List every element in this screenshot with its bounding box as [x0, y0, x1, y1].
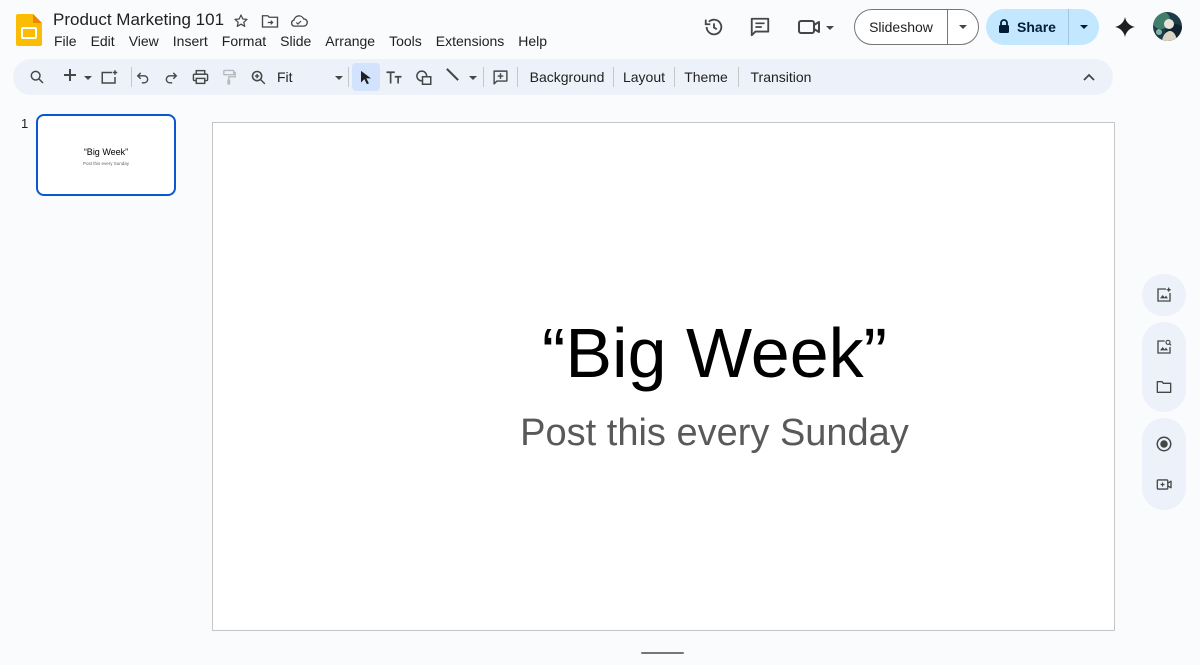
share-dropdown-icon[interactable]: [1069, 9, 1099, 45]
slide-thumbnail[interactable]: “Big Week” Post this every Sunday: [36, 114, 176, 196]
import-slide-icon[interactable]: [97, 59, 121, 95]
toolbar-divider: [738, 67, 739, 87]
side-panel-group: [1142, 322, 1186, 412]
menu-file[interactable]: File: [47, 32, 84, 50]
toolbar-divider: [613, 67, 614, 87]
folder-icon[interactable]: [1142, 367, 1186, 407]
zoom-icon[interactable]: [247, 59, 269, 95]
move-to-folder-icon[interactable]: [260, 11, 279, 30]
background-button[interactable]: Background: [525, 59, 609, 95]
add-comment-icon[interactable]: [489, 59, 511, 95]
record-icon[interactable]: [1142, 424, 1186, 464]
chevron-down-icon[interactable]: [469, 68, 477, 86]
share-button[interactable]: Share: [986, 9, 1099, 45]
document-title[interactable]: Product Marketing 101: [53, 10, 224, 30]
zoom-value: Fit: [277, 69, 293, 85]
meet-camera-icon[interactable]: [796, 15, 836, 39]
chevron-down-icon: [335, 68, 343, 86]
print-icon[interactable]: [189, 59, 211, 95]
slide-canvas[interactable]: “Big Week” Post this every Sunday: [212, 122, 1115, 631]
lock-icon: [998, 18, 1010, 36]
menu-tools[interactable]: Tools: [382, 32, 429, 50]
thumbnail-title: “Big Week”: [83, 147, 129, 157]
cloud-saved-icon[interactable]: [289, 11, 308, 30]
zoom-select[interactable]: Fit: [277, 59, 343, 95]
toolbar-divider: [348, 67, 349, 87]
star-icon[interactable]: [231, 11, 250, 30]
slide-title[interactable]: “Big Week”: [213, 313, 1116, 393]
theme-button[interactable]: Theme: [680, 59, 732, 95]
toolbar-divider: [674, 67, 675, 87]
toolbar-divider: [131, 67, 132, 87]
side-panel-group: [1142, 274, 1186, 316]
toolbar-divider: [483, 67, 484, 87]
menu-view[interactable]: View: [122, 32, 166, 50]
menu-insert[interactable]: Insert: [166, 32, 215, 50]
search-menus-icon[interactable]: [25, 59, 49, 95]
text-box-icon[interactable]: [383, 59, 405, 95]
select-cursor-icon[interactable]: [352, 63, 380, 91]
thumbnail-subtitle: Post this every Sunday: [82, 161, 130, 166]
layout-button[interactable]: Layout: [619, 59, 669, 95]
line-icon: [445, 67, 460, 87]
paint-format-icon[interactable]: [218, 59, 240, 95]
add-image-icon[interactable]: [1142, 274, 1186, 316]
toolbar-divider: [517, 67, 518, 87]
avatar[interactable]: [1153, 12, 1182, 41]
shape-icon[interactable]: [413, 59, 435, 95]
plus-icon: [63, 68, 77, 87]
slideshow-dropdown-icon[interactable]: [948, 10, 978, 44]
slides-logo-icon[interactable]: [16, 14, 42, 46]
collapse-toolbar-icon[interactable]: [1079, 59, 1099, 95]
line-tool-button[interactable]: [441, 59, 481, 95]
comments-icon[interactable]: [748, 15, 772, 39]
menu-edit[interactable]: Edit: [84, 32, 122, 50]
image-search-icon[interactable]: [1142, 327, 1186, 367]
menu-format[interactable]: Format: [215, 32, 273, 50]
undo-icon[interactable]: [133, 59, 153, 95]
side-panel-group: [1142, 418, 1186, 510]
transition-button[interactable]: Transition: [746, 59, 816, 95]
slide-number: 1: [21, 116, 29, 131]
share-button-label: Share: [1017, 19, 1056, 35]
menu-extensions[interactable]: Extensions: [429, 32, 511, 50]
slide-subtitle[interactable]: Post this every Sunday: [213, 410, 1116, 456]
toolbar: Fit Background Layout Theme Transition: [13, 59, 1113, 95]
slideshow-button-label[interactable]: Slideshow: [855, 10, 948, 44]
redo-icon[interactable]: [161, 59, 181, 95]
menu-help[interactable]: Help: [511, 32, 554, 50]
chevron-down-icon[interactable]: [83, 68, 92, 86]
menu-slide[interactable]: Slide: [273, 32, 318, 50]
version-history-icon[interactable]: [702, 15, 726, 39]
new-slide-button[interactable]: [57, 59, 97, 95]
video-add-icon[interactable]: [1142, 464, 1186, 504]
menu-arrange[interactable]: Arrange: [318, 32, 382, 50]
speaker-notes-handle[interactable]: [641, 652, 684, 654]
slideshow-button[interactable]: Slideshow: [854, 9, 979, 45]
gemini-sparkle-icon[interactable]: [1113, 15, 1137, 39]
